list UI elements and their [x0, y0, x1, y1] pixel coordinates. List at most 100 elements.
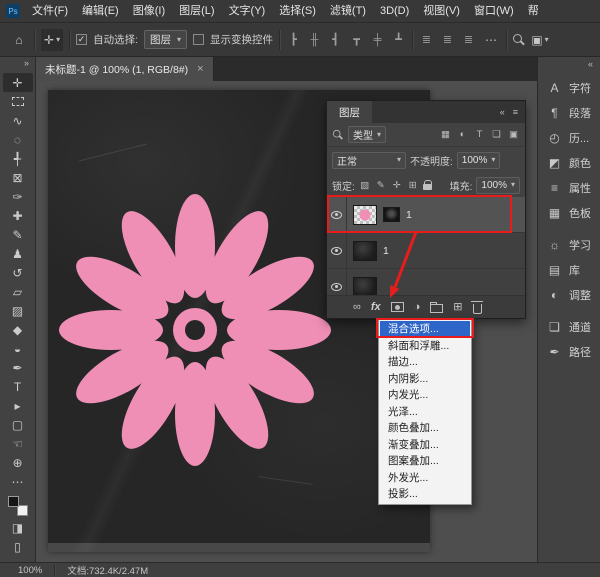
panel-button-adjustments[interactable]: ◐ 调整: [547, 282, 600, 307]
delete-layer-icon[interactable]: [473, 304, 482, 314]
lock-image-pixels-icon[interactable]: ✎: [375, 180, 387, 191]
zoom-level[interactable]: 100%: [18, 565, 42, 576]
menu-item-pattern-overlay[interactable]: 图案叠加...: [380, 453, 470, 470]
move-tool[interactable]: ✛: [3, 73, 33, 92]
marquee-tool[interactable]: [3, 92, 33, 111]
panel-button-paths[interactable]: ✒ 路径: [547, 339, 600, 364]
zoom-tool[interactable]: ⊕: [3, 453, 33, 472]
more-options-button[interactable]: ⋯: [482, 29, 500, 51]
collapse-tools-icon[interactable]: »: [24, 58, 35, 73]
clone-stamp-tool[interactable]: ♟: [3, 244, 33, 263]
filter-adjustment-layers-icon[interactable]: ◐: [456, 129, 469, 140]
menu-file[interactable]: 文件(F): [25, 0, 75, 22]
lock-position-icon[interactable]: ✛: [391, 180, 403, 191]
lock-all-icon[interactable]: [423, 180, 432, 191]
eraser-tool[interactable]: ▱: [3, 282, 33, 301]
layer-thumbnail[interactable]: [353, 205, 377, 225]
opacity-dropdown[interactable]: 100% ▾: [457, 152, 501, 169]
layers-tab[interactable]: 图层: [327, 101, 372, 123]
align-left-button[interactable]: ┣: [286, 33, 301, 46]
shape-tool[interactable]: ▢: [3, 415, 33, 434]
path-selection-tool[interactable]: ▸: [3, 396, 33, 415]
search-icon[interactable]: [513, 34, 525, 46]
align-vertical-center-button[interactable]: ╪: [370, 34, 385, 46]
menu-item-inner-glow[interactable]: 内发光...: [380, 387, 470, 404]
filter-kind-dropdown[interactable]: 类型 ▾: [348, 126, 386, 143]
panel-button-properties[interactable]: ≡ 属性: [547, 175, 600, 200]
link-layers-icon[interactable]: ∞: [353, 302, 361, 313]
align-bottom-button[interactable]: ┻: [391, 33, 406, 46]
panel-button-channels[interactable]: ❏ 通道: [547, 314, 600, 339]
add-layer-style-fx-button[interactable]: fx: [371, 301, 381, 313]
edit-toolbar-button[interactable]: ⋯: [3, 472, 33, 491]
menu-item-satin[interactable]: 光泽...: [380, 404, 470, 421]
align-horizontal-center-button[interactable]: ╫: [307, 34, 322, 46]
auto-select-target-dropdown[interactable]: 图层 ▾: [144, 30, 187, 49]
healing-brush-tool[interactable]: ✚: [3, 206, 33, 225]
menu-window[interactable]: 窗口(W): [467, 0, 521, 22]
new-adjustment-layer-icon[interactable]: ◑: [414, 302, 421, 313]
layer-visibility-toggle[interactable]: [327, 269, 347, 295]
menu-layer[interactable]: 图层(L): [172, 0, 221, 22]
layer-visibility-toggle[interactable]: [327, 233, 347, 268]
menu-3d[interactable]: 3D(D): [373, 0, 416, 22]
fill-dropdown[interactable]: 100% ▾: [476, 177, 520, 194]
menu-image[interactable]: 图像(I): [126, 0, 172, 22]
panel-button-libraries[interactable]: ▤ 库: [547, 257, 600, 282]
lasso-tool[interactable]: ∿: [3, 111, 33, 130]
show-transform-checkbox[interactable]: [193, 34, 204, 45]
quick-mask-button[interactable]: ◨: [3, 518, 33, 537]
panel-button-history[interactable]: ◴ 历...: [547, 125, 600, 150]
add-layer-mask-icon[interactable]: [391, 302, 404, 312]
align-right-button[interactable]: ┫: [328, 33, 343, 46]
color-swatches[interactable]: [8, 496, 28, 516]
menu-item-gradient-overlay[interactable]: 渐变叠加...: [380, 437, 470, 454]
menu-item-stroke[interactable]: 描边...: [380, 354, 470, 371]
lock-transparent-pixels-icon[interactable]: ▨: [359, 180, 371, 191]
close-tab-icon[interactable]: ×: [197, 63, 203, 75]
blur-tool[interactable]: ◆: [3, 320, 33, 339]
filter-pixel-layers-icon[interactable]: ▦: [439, 129, 452, 140]
panel-button-color[interactable]: ◩ 颜色: [547, 150, 600, 175]
menu-item-outer-glow[interactable]: 外发光...: [380, 470, 470, 487]
gradient-tool[interactable]: ▨: [3, 301, 33, 320]
menu-help[interactable]: 帮: [521, 0, 546, 22]
home-button[interactable]: ⌂: [10, 29, 28, 51]
menu-edit[interactable]: 编辑(E): [75, 0, 126, 22]
distribute-horizontal-button[interactable]: ≣: [461, 33, 476, 46]
new-layer-icon[interactable]: ⊞: [453, 302, 462, 313]
filter-shape-layers-icon[interactable]: ❏: [490, 129, 503, 140]
filter-type-layers-icon[interactable]: T: [473, 129, 486, 140]
auto-select-checkbox[interactable]: ✓: [76, 34, 87, 45]
history-brush-tool[interactable]: ↺: [3, 263, 33, 282]
menu-item-bevel-emboss[interactable]: 斜面和浮雕...: [380, 338, 470, 355]
layer-row-2[interactable]: 1: [327, 233, 525, 269]
filter-smart-objects-icon[interactable]: ▣: [507, 129, 520, 140]
panel-button-swatches[interactable]: ▦ 色板: [547, 200, 600, 225]
menu-select[interactable]: 选择(S): [272, 0, 323, 22]
screen-mode-button[interactable]: ▯: [3, 537, 33, 556]
menu-item-blending-options[interactable]: 混合选项...: [380, 321, 470, 338]
layer-row-1[interactable]: 1: [327, 197, 525, 233]
type-tool[interactable]: T: [3, 377, 33, 396]
layer-visibility-toggle[interactable]: [327, 197, 347, 232]
move-tool-preset-button[interactable]: ✛ ▾: [41, 29, 63, 51]
distribute-center-button[interactable]: ≣: [440, 33, 455, 46]
foreground-color-swatch[interactable]: [8, 496, 19, 507]
blend-mode-dropdown[interactable]: 正常 ▾: [332, 152, 406, 169]
eyedropper-tool[interactable]: ✑: [3, 187, 33, 206]
align-top-button[interactable]: ┳: [349, 33, 364, 46]
layer-thumbnail[interactable]: [353, 241, 377, 261]
layer-mask-thumbnail[interactable]: [383, 207, 400, 222]
new-group-icon[interactable]: [430, 304, 443, 313]
menu-type[interactable]: 文字(Y): [222, 0, 273, 22]
panel-button-paragraph[interactable]: ¶ 段落: [547, 100, 600, 125]
menu-item-drop-shadow[interactable]: 投影...: [380, 486, 470, 503]
panel-button-learn[interactable]: ☼ 学习: [547, 232, 600, 257]
menu-item-inner-shadow[interactable]: 内阴影...: [380, 371, 470, 388]
lock-artboard-icon[interactable]: ⊞: [407, 180, 419, 191]
menu-view[interactable]: 视图(V): [416, 0, 467, 22]
brush-tool[interactable]: ✎: [3, 225, 33, 244]
workspace-switcher-button[interactable]: ▣ ▾: [531, 29, 549, 51]
document-tab[interactable]: 未标题-1 @ 100% (1, RGB/8#) ×: [36, 57, 214, 81]
